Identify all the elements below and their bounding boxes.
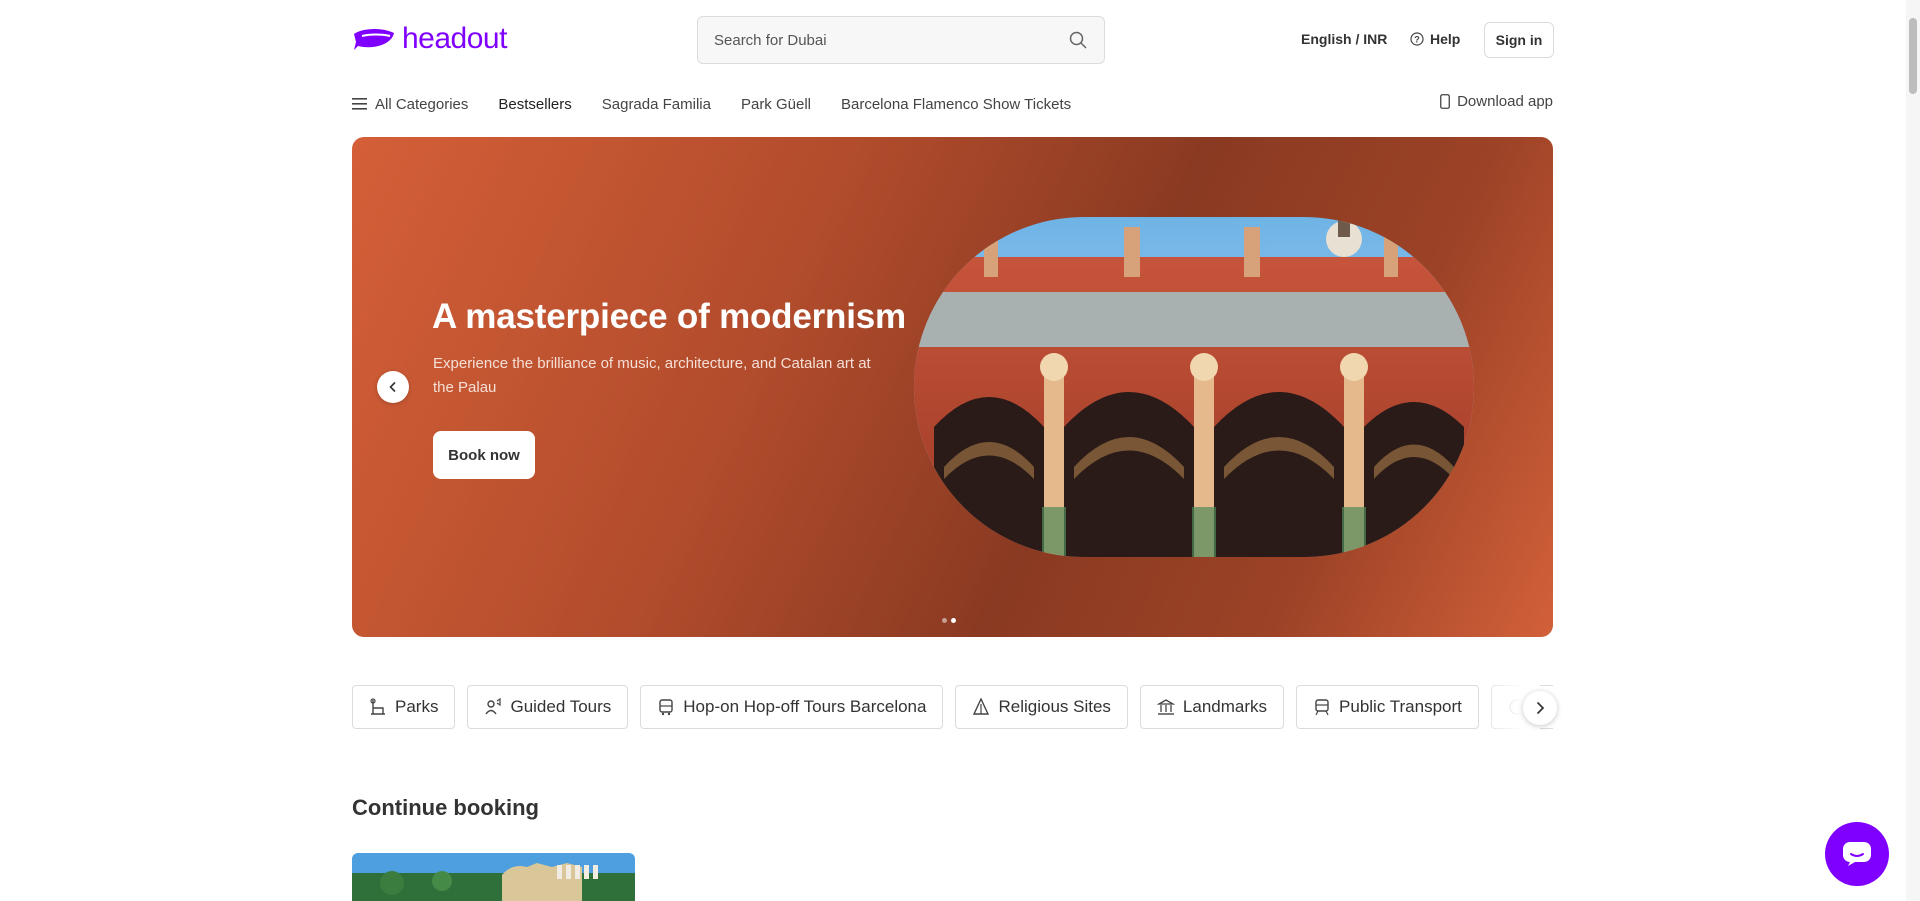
hero-image (914, 217, 1474, 557)
tram-icon (1315, 699, 1329, 716)
chip-label: Guided Tours (510, 697, 612, 716)
all-categories-label: All Categories (375, 95, 469, 113)
help-label: Help (1430, 31, 1461, 47)
chip-parks[interactable]: Parks (352, 685, 456, 729)
chat-icon (1843, 842, 1871, 866)
bus-icon (659, 699, 673, 716)
nav-item-bestsellers[interactable]: Bestsellers (498, 96, 571, 113)
nav-item-sagrada-familia[interactable]: Sagrada Familia (602, 96, 711, 113)
palau-facade-image (914, 217, 1474, 557)
carousel-dots (942, 618, 956, 623)
park-bench-icon (370, 698, 385, 715)
chevron-left-icon (389, 381, 396, 393)
chips-next-button[interactable] (1523, 691, 1557, 725)
scrollbar-thumb[interactable] (1909, 18, 1917, 94)
carousel-dot[interactable] (942, 618, 947, 623)
hero-banner: A masterpiece of modernism Experience th… (352, 137, 1553, 637)
help-icon: ? (1410, 32, 1424, 46)
logo-text: headout (402, 22, 507, 55)
category-chip-row: Parks Guided Tours Hop-on Hop-off Tours … (352, 685, 1553, 731)
headout-logo[interactable]: headout (352, 22, 507, 56)
guide-icon (485, 698, 502, 715)
chevron-right-icon (1536, 701, 1545, 715)
help-link[interactable]: ? Help (1410, 31, 1460, 47)
chat-button[interactable] (1825, 822, 1889, 886)
hero-subtitle: Experience the brilliance of music, arch… (433, 355, 871, 396)
continue-booking-card[interactable] (352, 853, 635, 901)
hero-title: A masterpiece of modernism (432, 297, 906, 336)
hero-prev-button[interactable] (377, 371, 409, 403)
chip-religious-sites[interactable]: Religious Sites (955, 685, 1128, 729)
chip-label: Parks (395, 697, 439, 716)
page-scrollbar[interactable] (1906, 0, 1920, 901)
search-bar[interactable]: Search for Dubai (697, 16, 1105, 64)
download-app-label: Download app (1457, 93, 1553, 110)
headout-blimp-icon (354, 28, 394, 50)
landmark-icon (1156, 699, 1175, 715)
chip-label: Hop-on Hop-off Tours Barcelona (683, 697, 927, 716)
category-nav: All Categories Bestsellers Sagrada Famil… (352, 93, 1071, 115)
booking-card-image (352, 853, 635, 901)
chip-landmarks[interactable]: Landmarks (1139, 685, 1285, 729)
language-currency-selector[interactable]: English / INR (1301, 31, 1387, 47)
nav-item-park-guell[interactable]: Park Güell (741, 96, 811, 113)
chip-label: Public Transport (1339, 697, 1462, 716)
svg-text:?: ? (1414, 35, 1420, 45)
hamburger-icon (352, 98, 367, 110)
sign-in-button[interactable]: Sign in (1484, 22, 1554, 58)
all-categories-menu[interactable]: All Categories (352, 96, 468, 113)
continue-booking-heading: Continue booking (352, 795, 539, 820)
phone-icon (1440, 94, 1450, 109)
carousel-dot-active[interactable] (951, 618, 956, 623)
chip-label: Landmarks (1182, 697, 1268, 716)
chip-public-transport[interactable]: Public Transport (1296, 685, 1479, 729)
chip-hop-on-hop-off[interactable]: Hop-on Hop-off Tours Barcelona (640, 685, 944, 729)
book-now-button[interactable]: Book now (433, 431, 535, 479)
chip-label: Religious Sites (998, 697, 1111, 716)
nav-item-flamenco-show[interactable]: Barcelona Flamenco Show Tickets (841, 96, 1071, 113)
religious-site-icon (973, 698, 990, 715)
download-app-link[interactable]: Download app (1440, 93, 1553, 110)
chip-guided-tours[interactable]: Guided Tours (467, 685, 629, 729)
search-icon[interactable] (1068, 30, 1088, 50)
search-input[interactable]: Search for Dubai (714, 32, 1068, 49)
